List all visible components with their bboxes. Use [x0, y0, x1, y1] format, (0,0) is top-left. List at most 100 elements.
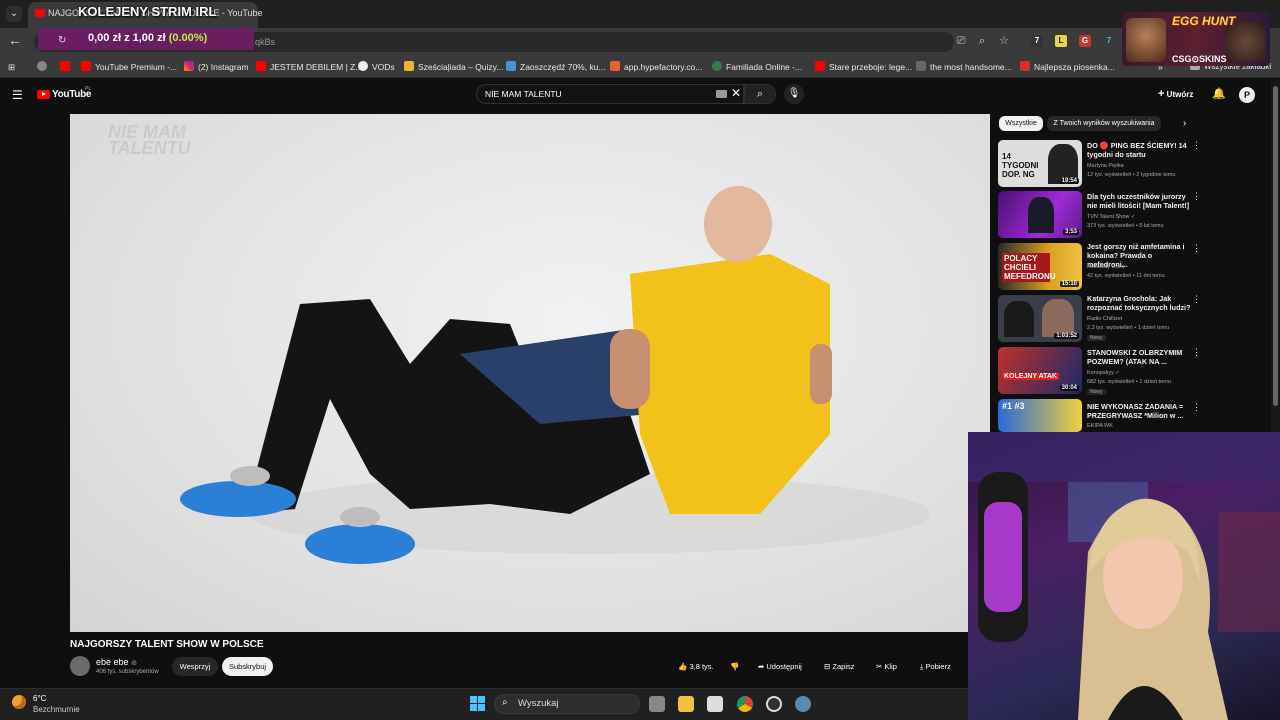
store-icon[interactable] [707, 696, 723, 712]
related-title[interactable]: NIE WYKONASZ ZADANIA = PRZEGRYWASZ *Mili… [1087, 402, 1191, 420]
chrome-apps-icon [37, 61, 47, 71]
install-app-icon[interactable]: ⎚ [954, 34, 968, 48]
bookmark-item[interactable]: VODs [358, 60, 395, 74]
related-title[interactable]: STANOWSKI Z OLBRZYMIM POZWEM? (ATAK NA .… [1087, 348, 1191, 366]
donation-goal-percent: (0.00%) [168, 32, 208, 44]
bookmark-item[interactable] [60, 60, 74, 74]
subscriber-count: 406 tys. subskrybentów [96, 669, 159, 675]
chip-all[interactable]: Wszystkie [999, 116, 1043, 131]
related-meta: 42 tys. wyświetleń • 11 dni temu [1087, 273, 1165, 279]
more-options-icon[interactable]: ⋮ [1192, 140, 1201, 151]
create-button[interactable]: + Utwórz [1158, 88, 1193, 100]
obs-icon[interactable] [766, 696, 782, 712]
task-view-icon[interactable] [649, 696, 665, 712]
microphone-icon[interactable]: 🎙 [784, 84, 804, 104]
bookmark-item[interactable]: YouTube Premium -... [81, 60, 177, 74]
bookmark-item[interactable]: Sześciaļiada – Quizy... [404, 60, 503, 74]
related-thumbnail[interactable]: KOLEJNY ATAK 30:04 [998, 347, 1082, 394]
video-player[interactable] [70, 114, 990, 632]
taskbar-search-placeholder: Wyszukaj [518, 698, 559, 709]
more-options-icon[interactable]: ⋮ [1192, 294, 1201, 305]
related-title[interactable]: DO 🔴 PING BEZ ŚCIEMY! 14 tygodni do star… [1087, 141, 1191, 159]
download-button[interactable]: ⤓ Pobierz [920, 657, 951, 676]
extension-icon[interactable]: 7 [1031, 35, 1043, 47]
bookmark-item[interactable]: Familiada Online -... [712, 60, 802, 74]
subscribe-button[interactable]: Subskrybuj [222, 657, 273, 676]
related-thumbnail[interactable]: 14 TYGODNI DOP. NG 19:54 [998, 140, 1082, 187]
bookmark-item[interactable]: the most handsome... [916, 60, 1012, 74]
back-arrow-icon[interactable]: ← [8, 32, 24, 50]
related-channel[interactable]: EKIPA WK [1087, 423, 1113, 429]
chip-from-search[interactable]: Z Twoich wyników wyszukiwania [1047, 116, 1161, 131]
new-badge: Nowy [1087, 335, 1106, 341]
youtube-icon [81, 61, 91, 71]
tab-search-button[interactable]: ⌄ [6, 6, 22, 22]
more-options-icon[interactable]: ⋮ [1192, 191, 1201, 202]
related-title[interactable]: Katarzyna Grochola: Jak rozpoznać toksyc… [1087, 294, 1191, 312]
reload-icon[interactable]: ↻ [58, 35, 66, 46]
related-thumbnail[interactable]: POLACY CHCIELI MEFEDRONU 15:10 [998, 243, 1082, 290]
more-options-icon[interactable]: ⋮ [1192, 347, 1201, 358]
scrollbar-thumb[interactable] [1273, 86, 1278, 406]
search-button[interactable]: ⌕ [744, 84, 776, 104]
weather-moon-icon[interactable] [12, 695, 26, 709]
bookmark-item[interactable]: Stare przeboje: lege... [815, 60, 912, 74]
more-options-icon[interactable]: ⋮ [1192, 243, 1201, 254]
bookmark-item[interactable]: Zaoszczędź 70%, ku... [506, 60, 606, 74]
settings-icon[interactable] [795, 696, 811, 712]
join-button[interactable]: Wesprzyj [172, 657, 218, 676]
bookmark-star-icon[interactable]: ☆ [997, 34, 1011, 48]
related-channel[interactable]: Radio Chillizet [1087, 316, 1122, 322]
bookmark-icon [916, 61, 926, 71]
more-options-icon[interactable]: ⋮ [1192, 402, 1201, 413]
bookmark-item[interactable]: (2) Instagram [184, 60, 249, 74]
extension-icon[interactable]: G [1079, 35, 1091, 47]
steam-icon [506, 61, 516, 71]
search-icon: ⌕ [756, 88, 764, 100]
bookmark-item[interactable] [37, 60, 51, 74]
apps-grid-icon[interactable]: ⊞ [8, 60, 15, 74]
related-channel[interactable]: Rezultaty Extra [1087, 264, 1124, 270]
notifications-bell-icon[interactable]: 🔔 [1212, 87, 1226, 100]
hamburger-menu-icon[interactable]: ☰ [12, 88, 23, 102]
related-thumbnail[interactable]: 3:53 [998, 191, 1082, 238]
zoom-icon[interactable]: ⌕ [975, 34, 989, 48]
search-input-value: NIE MAM TALENTU [485, 89, 562, 99]
streamer-photo [1226, 22, 1266, 62]
windows-start-icon[interactable] [470, 696, 486, 712]
related-channel[interactable]: Martyna Piętka [1087, 163, 1124, 169]
extension-icon[interactable]: 7 [1103, 35, 1115, 47]
chrome-icon[interactable] [737, 696, 753, 712]
related-thumbnail[interactable]: 1:03:52 [998, 295, 1082, 342]
video-title: NAJGORSZY TALENT SHOW W POLSCE [70, 639, 264, 650]
bookmark-item[interactable]: Najlepsza piosenka... [1020, 60, 1115, 74]
file-explorer-icon[interactable] [678, 696, 694, 712]
related-channel[interactable]: Konopskyy ✓ [1087, 370, 1120, 376]
channel-avatar[interactable] [70, 656, 90, 676]
related-meta: 2,3 tys. wyświetleń • 1 dzień temu [1087, 325, 1170, 331]
taskbar-search-box[interactable] [494, 694, 640, 714]
share-button[interactable]: ➦ Udostępnij [758, 657, 802, 676]
extension-icon[interactable]: L [1055, 35, 1067, 47]
clear-search-icon[interactable]: ✕ [731, 86, 741, 100]
sponsor-logo: CSG⊙SKINS [1172, 54, 1227, 64]
channel-name[interactable]: ebe ebe ⊘ [96, 657, 137, 667]
keyboard-icon[interactable] [716, 90, 727, 98]
related-title[interactable]: Dla tych uczestników jurorzy nie mieli l… [1087, 192, 1191, 210]
weather-temperature[interactable]: 6°C [33, 694, 46, 703]
bookmark-item[interactable]: app.hypefactory.co... [610, 60, 702, 74]
clip-button[interactable]: ✂ Klip [876, 657, 897, 676]
related-thumbnail[interactable]: #1 #3 [998, 399, 1082, 432]
chevron-right-icon[interactable]: › [1183, 118, 1186, 129]
thumbs-down-icon: 👎 [730, 662, 740, 671]
dislike-button[interactable]: 👎 [730, 657, 739, 676]
account-avatar[interactable]: P [1239, 87, 1255, 103]
bookmark-item[interactable]: JESTEM DEBILEM | Z... [256, 60, 362, 74]
weather-description[interactable]: Bezchmurnie [33, 705, 80, 714]
save-button[interactable]: ⊟ Zapisz [824, 657, 854, 676]
related-channel[interactable]: TVN Talent Show ✓ [1087, 214, 1136, 220]
instagram-icon [184, 61, 194, 71]
search-icon: ⌕ [502, 697, 508, 708]
like-button[interactable]: 👍 3,8 tys. [678, 657, 714, 676]
youtube-logo-icon[interactable] [37, 90, 50, 99]
